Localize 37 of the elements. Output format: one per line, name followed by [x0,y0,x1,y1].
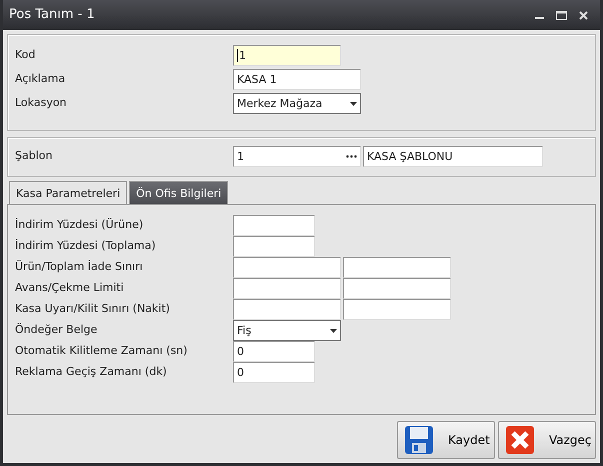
input-field[interactable]: 0 [233,362,315,383]
field-label: Açıklama [15,71,66,88]
lookup-value: 1 [237,149,244,165]
input-field[interactable] [233,215,315,236]
input-field[interactable] [233,299,341,320]
field-label: Avans/Çekme Limiti [15,280,125,296]
input-field[interactable]: 1 [233,45,341,66]
tab[interactable]: Ön Ofis Bilgileri [129,181,228,205]
window-title: Pos Tanım - 1 [9,6,96,24]
dropdown-field[interactable]: Merkez Mağaza [233,93,361,114]
input-field[interactable] [343,299,451,320]
field-label: Kasa Uyarı/Kilit Sınırı (Nakit) [15,301,171,318]
field-label: Öndeğer Belge [15,322,98,338]
field-label: Kod [15,47,36,64]
input-field[interactable] [233,257,341,278]
field-label: İndirim Yüzdesi (Ürüne) [15,217,144,234]
lookup-field[interactable]: 1 [233,146,361,167]
field-label: Lokasyon [15,95,68,112]
field-label: Şablon [15,148,54,164]
close-icon [505,425,535,455]
input-field[interactable]: 0 [233,341,315,362]
input-field[interactable] [233,278,341,299]
field-label: İndirim Yüzdesi (Toplama) [15,238,157,254]
tab[interactable]: Kasa Parametreleri [9,181,128,205]
input-field[interactable]: KASA 1 [233,69,361,90]
input-field[interactable] [343,278,451,299]
input-field[interactable] [233,236,315,257]
caret-icon [330,328,337,332]
field-label: Ürün/Toplam İade Sınırı [15,259,144,276]
input-field[interactable] [343,257,451,278]
save-button[interactable]: Kaydet [397,421,495,459]
field-label: Otomatik Kilitleme Zamanı (sn) [15,343,188,360]
template-name-field[interactable]: KASA ŞABLONU [363,146,543,167]
caret-icon [350,102,357,106]
cancel-button[interactable]: Vazgeç [498,421,596,459]
dropdown-field[interactable]: Fiş [233,320,341,341]
field-label: Reklama Geçiş Zamanı (dk) [15,364,168,380]
